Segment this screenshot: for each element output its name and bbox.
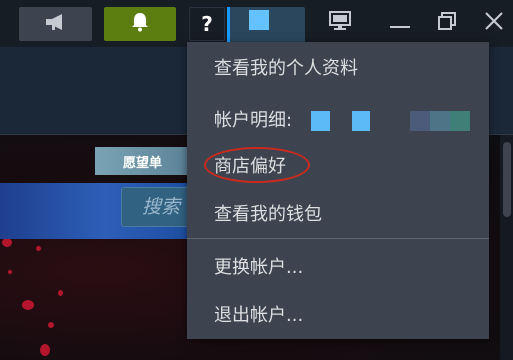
account-button[interactable]	[227, 7, 305, 47]
artwork-splash	[40, 344, 50, 356]
menu-item-sign-out[interactable]: 退出帐户...	[187, 293, 489, 335]
scrollbar-thumb[interactable]	[503, 142, 511, 217]
artwork-splash	[8, 270, 12, 274]
redacted-account-name	[311, 111, 330, 131]
menu-item-label: 退出帐户...	[214, 305, 304, 326]
avatar	[249, 10, 269, 30]
menu-item-view-profile[interactable]: 查看我的个人资料	[187, 46, 489, 88]
close-icon	[485, 12, 503, 34]
monitor-icon	[329, 11, 351, 35]
help-icon: ?	[201, 12, 213, 36]
steam-window: ? 愿望单 搜索 查看我的个人资料 帐户明细: 商店偏好 查看我的钱包 更换帐户…	[0, 0, 513, 360]
account-dropdown-menu: 查看我的个人资料 帐户明细: 商店偏好 查看我的钱包 更换帐户... 退出帐户.…	[187, 42, 489, 339]
wishlist-button[interactable]: 愿望单	[95, 147, 190, 175]
top-bar: ?	[0, 0, 513, 47]
artwork-splash	[2, 238, 12, 247]
menu-item-label: 更换帐户...	[214, 257, 304, 278]
big-picture-button[interactable]	[325, 9, 355, 37]
artwork-splash	[22, 300, 34, 310]
notifications-button[interactable]	[104, 7, 176, 41]
redacted-account-name	[450, 111, 470, 131]
artwork-splash	[48, 322, 54, 328]
announcements-button[interactable]	[19, 7, 92, 41]
highlight-annotation	[204, 147, 310, 183]
artwork-splash	[58, 290, 63, 296]
close-button[interactable]	[479, 9, 509, 37]
minimize-icon	[390, 14, 410, 33]
maximize-icon	[437, 11, 457, 35]
bell-icon	[131, 12, 149, 36]
maximize-button[interactable]	[432, 9, 462, 37]
menu-item-view-wallet[interactable]: 查看我的钱包	[187, 192, 489, 234]
menu-item-label: 查看我的钱包	[214, 204, 322, 225]
menu-item-change-account[interactable]: 更换帐户...	[187, 245, 489, 287]
account-active-indicator	[227, 7, 230, 47]
redacted-account-name	[352, 111, 370, 131]
megaphone-icon	[44, 12, 68, 36]
help-button[interactable]: ?	[189, 7, 225, 41]
minimize-button[interactable]	[385, 9, 415, 37]
menu-item-label: 查看我的个人资料	[214, 58, 358, 79]
menu-separator	[187, 238, 489, 239]
menu-item-label: 帐户明细:	[214, 110, 293, 131]
artwork-splash	[36, 246, 41, 251]
redacted-account-name	[430, 111, 450, 131]
redacted-account-name	[410, 111, 430, 131]
